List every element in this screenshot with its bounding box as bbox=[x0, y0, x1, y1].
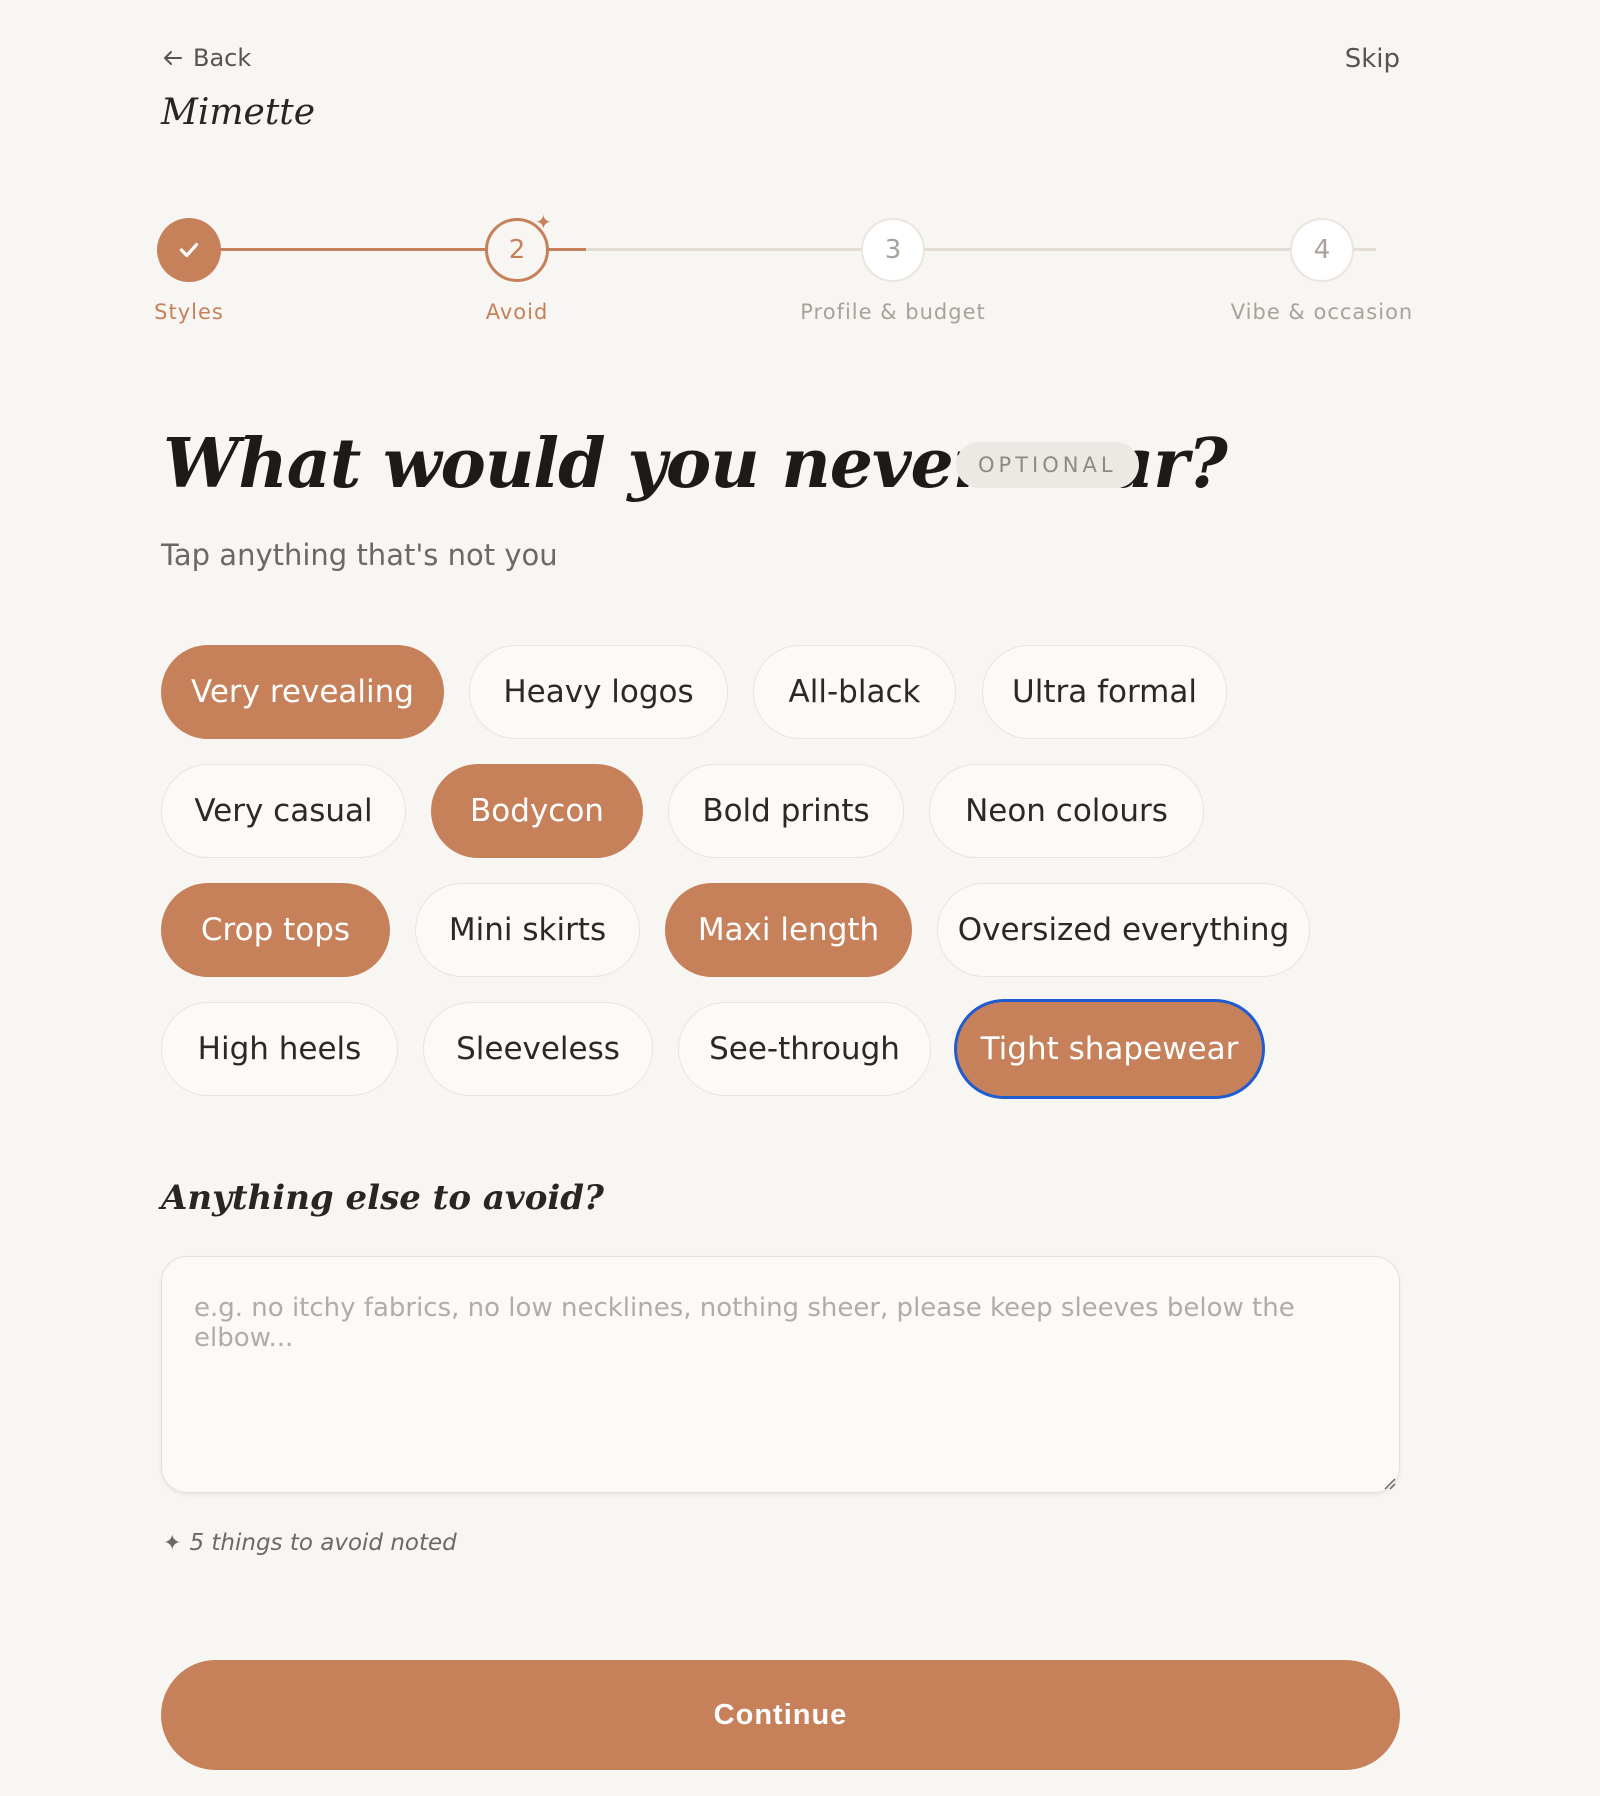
page-subtitle: Tap anything that's not you bbox=[161, 538, 558, 572]
chip-all-black[interactable]: All-black bbox=[753, 645, 956, 739]
resize-handle-icon[interactable] bbox=[1380, 1474, 1396, 1490]
chip-oversized-everything[interactable]: Oversized everything bbox=[937, 883, 1310, 977]
sparkle-icon: ✦ bbox=[535, 210, 552, 234]
check-icon bbox=[179, 242, 199, 258]
chip-bodycon[interactable]: Bodycon bbox=[431, 764, 643, 858]
chip-maxi-length[interactable]: Maxi length bbox=[665, 883, 912, 977]
avoid-count-text: 5 things to avoid noted bbox=[189, 1530, 457, 1556]
avoid-count-note: ✦ 5 things to avoid noted bbox=[163, 1530, 457, 1556]
step-4-circle[interactable]: 4 bbox=[1290, 218, 1354, 282]
step-4-label: Vibe & occasion bbox=[1230, 300, 1414, 324]
extra-avoid-heading: Anything else to avoid? bbox=[161, 1178, 604, 1218]
chip-mini-skirts[interactable]: Mini skirts bbox=[415, 883, 640, 977]
step-3-label: Profile & budget bbox=[800, 300, 986, 324]
step-1-label: Styles bbox=[154, 300, 224, 324]
sparkle-icon: ✦ bbox=[163, 1530, 182, 1556]
step-2-number: 2 bbox=[508, 235, 526, 265]
chip-see-through[interactable]: See-through bbox=[678, 1002, 931, 1096]
stepper-track-remaining bbox=[586, 248, 1376, 251]
continue-button[interactable]: Continue bbox=[161, 1660, 1400, 1770]
step-3-number: 3 bbox=[884, 235, 902, 265]
step-2-label: Avoid bbox=[485, 300, 549, 324]
chip-bold-prints[interactable]: Bold prints bbox=[668, 764, 904, 858]
chip-sleeveless[interactable]: Sleeveless bbox=[423, 1002, 653, 1096]
chip-high-heels[interactable]: High heels bbox=[161, 1002, 398, 1096]
chip-heavy-logos[interactable]: Heavy logos bbox=[469, 645, 728, 739]
chip-neon-colours[interactable]: Neon colours bbox=[929, 764, 1204, 858]
step-3-circle[interactable]: 3 bbox=[861, 218, 925, 282]
step-1-circle[interactable] bbox=[157, 218, 221, 282]
chip-ultra-formal[interactable]: Ultra formal bbox=[982, 645, 1227, 739]
step-4-number: 4 bbox=[1313, 235, 1331, 265]
extra-avoid-textarea[interactable] bbox=[161, 1256, 1400, 1493]
onboarding-page: Back Skip Mimette 2 ✦ 3 4 Styles Avoid P… bbox=[0, 0, 1600, 1796]
chip-crop-tops[interactable]: Crop tops bbox=[161, 883, 390, 977]
chip-very-revealing[interactable]: Very revealing bbox=[161, 645, 444, 739]
optional-badge: OPTIONAL bbox=[956, 442, 1139, 488]
chip-tight-shapewear[interactable]: Tight shapewear bbox=[957, 1002, 1262, 1096]
chip-very-casual[interactable]: Very casual bbox=[161, 764, 406, 858]
progress-stepper: 2 ✦ 3 4 Styles Avoid Profile & budget Vi… bbox=[0, 0, 1600, 340]
